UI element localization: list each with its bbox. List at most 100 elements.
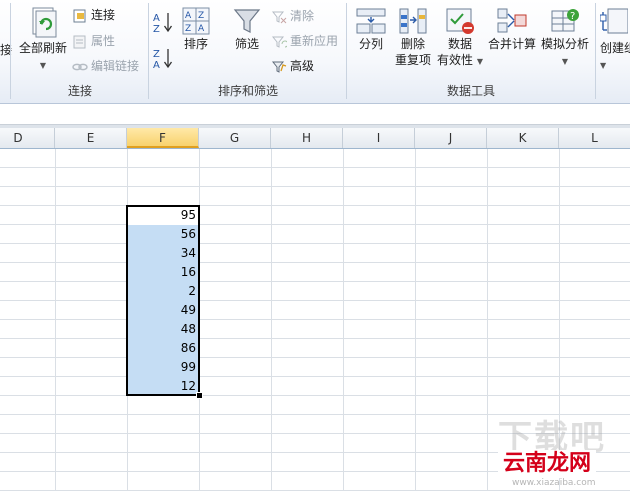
- watermark-url: www.xiazaiba.com: [512, 478, 596, 488]
- remove-duplicates-icon: [399, 8, 427, 34]
- fill-handle[interactable]: [196, 392, 203, 399]
- svg-text:A: A: [153, 13, 160, 24]
- connections-button[interactable]: 连接: [72, 6, 115, 24]
- reapply-button[interactable]: 重新应用: [271, 32, 338, 50]
- cell-f[interactable]: 48: [127, 320, 199, 339]
- group-button[interactable]: 创建组 ▼: [600, 6, 630, 78]
- cell-f[interactable]: 56: [127, 225, 199, 244]
- advanced-filter-icon: [271, 61, 287, 73]
- sort-button[interactable]: A Z Z A 排序: [178, 6, 214, 62]
- cell-f[interactable]: 16: [127, 263, 199, 282]
- consolidate-label: 合并计算: [487, 37, 536, 51]
- data-validation-label-1: 数据: [447, 37, 472, 51]
- gridline: [199, 149, 200, 491]
- what-if-analysis-label: 模拟分析: [540, 37, 589, 51]
- clear-filter-button[interactable]: 清除: [271, 7, 314, 25]
- clear-filter-icon: [271, 11, 287, 23]
- text-to-columns-button[interactable]: 分列: [352, 6, 390, 62]
- gridline: [0, 205, 630, 206]
- group-separator: [10, 3, 11, 99]
- sort-filter-group-label: 排序和筛选: [217, 84, 278, 98]
- cell-f[interactable]: 34: [127, 244, 199, 263]
- remove-duplicates-button[interactable]: 删除 重复项: [393, 6, 433, 78]
- refresh-all-button[interactable]: 全部刷新 ▼: [14, 6, 72, 76]
- edit-links-button[interactable]: 编辑链接: [72, 57, 139, 75]
- connections-group-label: 连接: [67, 84, 92, 98]
- formula-bar-gap: [0, 104, 630, 129]
- chevron-down-icon: ▼: [561, 57, 569, 66]
- column-header-f[interactable]: F: [127, 128, 199, 148]
- edit-links-label: 编辑链接: [91, 59, 140, 73]
- column-header-h[interactable]: H: [271, 128, 343, 148]
- column-header-k[interactable]: K: [487, 128, 559, 148]
- column-header-e[interactable]: E: [55, 128, 127, 148]
- filter-label: 筛选: [234, 37, 259, 51]
- gridline: [55, 149, 56, 491]
- sort-descending-button[interactable]: Z A: [152, 46, 174, 71]
- chevron-down-icon: ▼: [476, 57, 483, 66]
- data-validation-icon: [446, 8, 474, 34]
- data-validation-label-2: 有效性 ▼: [436, 52, 484, 70]
- gridline: [0, 300, 630, 301]
- group-rows-icon: [600, 8, 629, 34]
- column-header-d[interactable]: D: [0, 128, 55, 148]
- gridline: [0, 338, 630, 339]
- sort-ascending-button[interactable]: A Z: [152, 10, 174, 35]
- chevron-down-icon: ▼: [39, 61, 47, 70]
- cell-f-active[interactable]: 95: [127, 206, 199, 225]
- what-if-analysis-button[interactable]: ? 模拟分析 ▼: [540, 6, 590, 78]
- sort-label: 排序: [183, 37, 208, 51]
- what-if-analysis-icon: ?: [551, 9, 579, 32]
- properties-button[interactable]: 属性: [72, 32, 115, 50]
- gridline: [271, 149, 272, 491]
- cell-f[interactable]: 99: [127, 358, 199, 377]
- gridline: [0, 395, 630, 396]
- partial-left-button[interactable]: 接: [0, 42, 13, 58]
- clear-label: 清除: [290, 9, 315, 23]
- column-header-g[interactable]: G: [199, 128, 271, 148]
- svg-text:Z: Z: [198, 11, 204, 21]
- advanced-label: 高级: [290, 59, 315, 73]
- sort-dialog-icon: A Z Z A: [182, 7, 210, 35]
- gridline: [0, 243, 630, 244]
- gridline: [0, 319, 630, 320]
- reapply-label: 重新应用: [290, 34, 339, 48]
- refresh-all-icon: [32, 7, 57, 38]
- partial-left-label: 接: [0, 43, 13, 57]
- consolidate-icon: [497, 8, 527, 33]
- reapply-icon: [271, 36, 287, 48]
- cell-f[interactable]: 12: [127, 377, 199, 396]
- gridline: [0, 224, 630, 225]
- consolidate-button[interactable]: 合并计算: [486, 6, 538, 62]
- data-validation-button[interactable]: 数据 有效性 ▼: [436, 6, 484, 78]
- data-tools-group-label: 数据工具: [446, 84, 495, 98]
- svg-text:?: ?: [570, 11, 575, 22]
- svg-text:Z: Z: [185, 24, 191, 34]
- svg-text:A: A: [153, 60, 160, 70]
- cell-f[interactable]: 2: [127, 282, 199, 301]
- advanced-filter-button[interactable]: 高级: [271, 57, 314, 75]
- sort-ascending-icon: A Z: [153, 13, 173, 35]
- column-header-i[interactable]: I: [343, 128, 415, 148]
- filter-button[interactable]: 筛选: [228, 6, 266, 62]
- gridline: [0, 167, 630, 168]
- connections-label: 连接: [91, 8, 116, 22]
- text-to-columns-label: 分列: [358, 37, 383, 51]
- filter-funnel-icon: [233, 9, 261, 33]
- cell-f[interactable]: 49: [127, 301, 199, 320]
- watermark-brand: 云南龙网: [498, 450, 596, 478]
- column-header-j[interactable]: J: [415, 128, 487, 148]
- remove-duplicates-label-1: 删除: [400, 37, 425, 51]
- gridline: [343, 149, 344, 491]
- svg-text:Z: Z: [153, 49, 160, 60]
- text-to-columns-icon: [356, 8, 386, 34]
- remove-duplicates-label-2: 重复项: [394, 53, 431, 67]
- gridline: [0, 186, 630, 187]
- link-icon: [72, 63, 88, 70]
- gridline: [0, 376, 630, 377]
- cell-f[interactable]: 86: [127, 339, 199, 358]
- sort-descending-icon: Z A: [153, 49, 173, 71]
- gridline: [415, 149, 416, 491]
- chevron-down-icon: ▼: [600, 61, 607, 70]
- column-header-l[interactable]: L: [559, 128, 630, 148]
